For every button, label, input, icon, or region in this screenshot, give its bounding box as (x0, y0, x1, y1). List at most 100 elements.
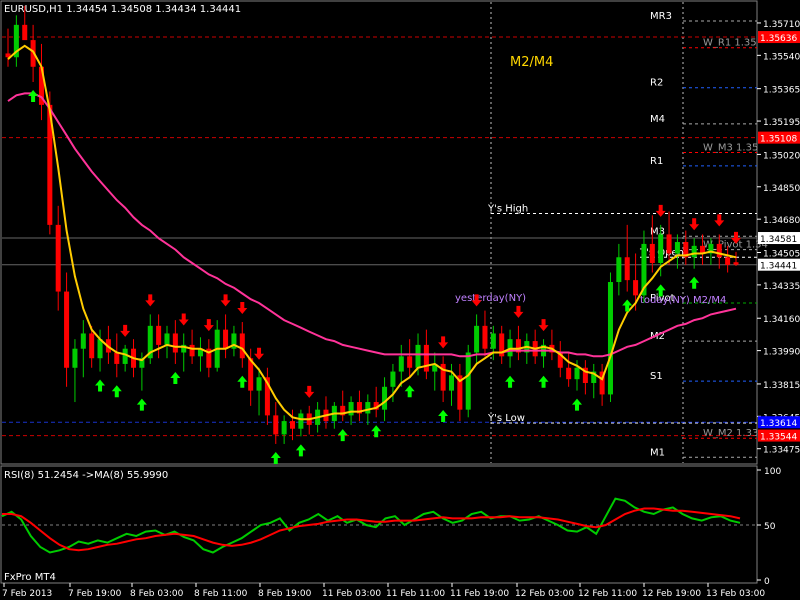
candle-body (172, 333, 178, 353)
level-label: W_M3 1.35 (703, 142, 758, 153)
price-badge-label: 1.35636 (760, 34, 797, 44)
time-tick-label: 8 Feb 03:00 (130, 589, 184, 599)
rsi-tick-label: 100 (764, 467, 781, 477)
price-tick-label: 1.34160 (763, 315, 800, 325)
candle-body (607, 282, 613, 395)
price-tick-label: 1.35020 (763, 151, 800, 161)
buy-arrow-icon (404, 385, 415, 398)
candle-body (649, 243, 655, 263)
candle-body (382, 386, 388, 410)
time-tick-label: 11 Feb 19:00 (450, 589, 509, 599)
price-tick-label: 1.35365 (763, 86, 800, 96)
buy-arrow-icon (237, 375, 248, 388)
candle-body (156, 325, 162, 345)
sell-arrow-icon (120, 324, 131, 337)
price-tick-label: 1.33815 (763, 381, 800, 391)
candle-body (658, 234, 664, 263)
sell-arrow-icon (513, 305, 524, 318)
candle-body (114, 352, 120, 364)
candle-body (89, 333, 95, 359)
candle-body (390, 371, 396, 387)
buy-arrow-icon (28, 90, 39, 103)
sell-arrow-icon (438, 336, 449, 349)
time-tick-label: 12 Feb 11:00 (578, 589, 637, 599)
price-badge-label: 1.34581 (760, 235, 797, 245)
candle-body (415, 344, 421, 368)
candle-body (239, 333, 245, 359)
candle-body (22, 24, 28, 41)
rsi-tick-label: 50 (764, 522, 776, 532)
indicator-label: M2/M4 (510, 55, 553, 70)
candle-body (164, 333, 170, 345)
sell-arrow-icon (689, 218, 700, 231)
level-label: yesterday(NY) (455, 293, 526, 304)
price-tick-label: 1.35195 (763, 118, 800, 128)
sell-arrow-icon (220, 294, 231, 307)
sell-arrow-icon (538, 319, 549, 332)
buy-arrow-icon (337, 429, 348, 442)
candle-body (189, 344, 195, 357)
level-label: W_M2 1.33 (703, 428, 758, 439)
candle-body (691, 245, 697, 258)
sell-arrow-icon (655, 204, 666, 217)
candle-body (725, 257, 731, 265)
buy-arrow-icon (371, 425, 382, 438)
candle-body (733, 262, 739, 265)
chart-canvas: MR3W_R1 1.35R2M4W_M3 1.35R1Y's HighM3W_P… (0, 0, 800, 599)
candle-body (80, 333, 86, 349)
level-label: M1 (650, 447, 665, 458)
price-badge-label: 1.35108 (760, 135, 797, 145)
price-tick-label: 1.35710 (763, 20, 800, 30)
time-tick-label: 11 Feb 03:00 (322, 589, 381, 599)
rsi-lines (1, 497, 757, 554)
candle-body (616, 257, 622, 283)
chart-title: EURUSD,H1 1.34454 1.34508 1.34434 1.3444… (4, 4, 241, 15)
level-label: MR3 (650, 11, 672, 22)
candle-body (72, 348, 78, 368)
buy-arrow-icon (170, 371, 181, 384)
buy-arrow-icon (538, 375, 549, 388)
price-badge-label: 1.34441 (760, 262, 797, 272)
buy-arrow-icon (295, 444, 306, 457)
price-tick-label: 1.34850 (763, 184, 800, 194)
candle-body (633, 280, 639, 296)
slow-ma-line (7, 92, 737, 358)
time-tick-label: 12 Feb 03:00 (515, 589, 574, 599)
candle-body (465, 352, 471, 410)
buy-arrow-icon (505, 375, 516, 388)
buy-arrow-icon (136, 398, 147, 411)
candle-body (566, 367, 572, 380)
rsi-tick-label: 0 (764, 577, 770, 587)
candle-body (64, 291, 70, 368)
buy-arrow-icon (95, 379, 106, 392)
sell-arrow-icon (254, 347, 265, 360)
level-label: today(NY) M2/M4 (640, 295, 726, 306)
rsi-title: RSI(8) 51.2454 ->MA(8) 55.9990 (4, 470, 168, 481)
price-badge-label: 1.33544 (760, 433, 797, 443)
sell-arrow-icon (178, 313, 189, 326)
candle-body (398, 356, 404, 372)
price-badge-label: 1.33614 (760, 419, 797, 429)
candle-body (256, 377, 262, 391)
buy-arrow-icon (572, 398, 583, 411)
candle-body (55, 224, 61, 292)
time-tick-label: 12 Feb 19:00 (642, 589, 701, 599)
time-axis: 7 Feb 2013 7 Feb 19:00 8 Feb 03:00 8 Feb 11… (2, 583, 765, 599)
time-tick-label: 8 Feb 11:00 (194, 589, 248, 599)
candle-body (122, 348, 128, 364)
level-label: R1 (650, 156, 663, 167)
buy-arrow-icon (438, 410, 449, 423)
candle-body (365, 402, 371, 414)
rsi-axis: 100 50 0 (757, 467, 781, 587)
candle-body (273, 415, 279, 435)
candle-body (716, 243, 722, 258)
candle-body (281, 421, 287, 435)
candle-body (474, 325, 480, 353)
time-tick-label: 8 Feb 19:00 (258, 589, 312, 599)
price-tick-label: 1.33990 (763, 348, 800, 358)
broker-label: FxPro MT4 (4, 572, 56, 583)
candle-body (289, 421, 296, 429)
time-tick-label: 7 Feb 2013 (2, 589, 52, 599)
candle-body (348, 402, 354, 416)
level-label: S1 (650, 371, 663, 382)
